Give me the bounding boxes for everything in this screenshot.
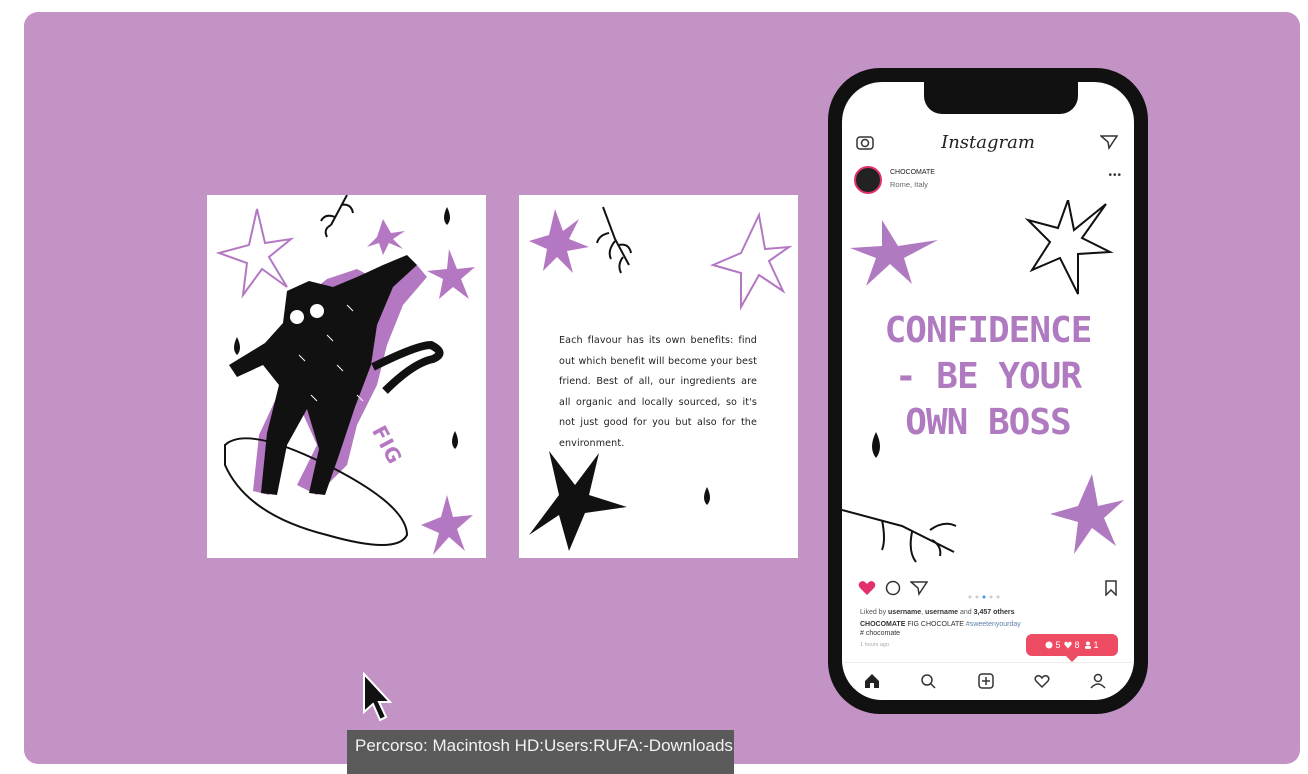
phone-notch xyxy=(924,82,1078,114)
profile-icon[interactable] xyxy=(1088,671,1108,691)
benefits-paragraph: Each flavour has its own benefits: find … xyxy=(559,335,757,449)
illustration-card-cat: FIG xyxy=(207,195,486,558)
instagram-header: Instagram xyxy=(842,128,1134,158)
post-caption: CHOCOMATE FIG CHOCOLATE #sweetenyourday xyxy=(860,620,1120,630)
carousel-dots xyxy=(968,586,1008,604)
share-icon[interactable] xyxy=(908,580,929,601)
comment-icon xyxy=(1045,641,1053,649)
notif-follows: 1 xyxy=(1084,640,1099,650)
droplet xyxy=(704,487,710,505)
bookmark-icon[interactable] xyxy=(1104,580,1118,601)
likes-user[interactable]: username xyxy=(925,609,958,616)
post-image: CONFIDENCE - BE YOUR OWN BOSS xyxy=(842,196,1134,570)
glasses-lens xyxy=(288,308,306,326)
likes-line: Liked by username, username and 3,457 ot… xyxy=(860,609,1015,616)
hashtag-line[interactable]: # chocomate xyxy=(860,630,900,637)
comment-icon[interactable] xyxy=(884,580,902,601)
activity-notification[interactable]: 5 8 1 xyxy=(1026,634,1118,662)
caption-hashtag[interactable]: #sweetenyourday xyxy=(966,621,1021,628)
branch xyxy=(320,195,354,238)
direct-message-icon[interactable] xyxy=(1098,134,1119,155)
instagram-logo: Instagram xyxy=(941,132,1035,153)
post-time: 1 hours ago xyxy=(860,642,890,648)
search-icon[interactable] xyxy=(918,671,938,691)
headline-line: OWN BOSS xyxy=(905,402,1071,443)
headline-line: - BE YOUR xyxy=(894,356,1082,397)
activity-heart-icon[interactable] xyxy=(1032,671,1052,691)
purple-star xyxy=(850,220,938,286)
notif-likes-count: 8 xyxy=(1074,640,1080,650)
likes-mid: and xyxy=(958,609,974,616)
text-card: Each flavour has its own benefits: find … xyxy=(519,195,798,558)
branch xyxy=(596,206,632,274)
likes-count[interactable]: 3,457 others xyxy=(974,609,1015,616)
headline-line: CONFIDENCE xyxy=(884,310,1093,351)
mockup-canvas: FIG Each flavour has its own benefits: f… xyxy=(24,12,1300,764)
branch xyxy=(842,509,957,563)
droplet xyxy=(452,431,458,449)
purple-star xyxy=(529,209,589,273)
likes-prefix: Liked by xyxy=(860,609,889,616)
phone-screen: Instagram CHOCOMATE Rome, Italy ••• CONF… xyxy=(842,82,1134,700)
droplet xyxy=(234,337,240,355)
notif-comments-count: 5 xyxy=(1055,640,1061,650)
notif-follows-count: 1 xyxy=(1093,640,1099,650)
caption-account[interactable]: CHOCOMATE xyxy=(860,621,905,628)
account-location[interactable]: Rome, Italy xyxy=(890,180,928,189)
post-actions xyxy=(842,576,1134,602)
account-avatar[interactable] xyxy=(854,166,882,194)
new-post-icon[interactable] xyxy=(976,671,996,691)
caption-text: FIG CHOCOLATE xyxy=(905,621,966,628)
outline-star xyxy=(710,211,793,311)
notif-comments: 5 xyxy=(1045,640,1060,650)
purple-star xyxy=(367,219,405,255)
likes-user[interactable]: username xyxy=(888,609,921,616)
phone-mockup: Instagram CHOCOMATE Rome, Italy ••• CONF… xyxy=(828,68,1148,714)
more-options-icon[interactable]: ••• xyxy=(1108,170,1122,181)
purple-star xyxy=(1050,474,1124,554)
notif-likes: 8 xyxy=(1064,640,1080,650)
file-path-tooltip: Percorso: Macintosh HD:Users:RUFA:-Downl… xyxy=(347,730,734,774)
outline-star xyxy=(215,208,295,299)
home-icon[interactable] xyxy=(862,671,882,691)
cat-illustration xyxy=(215,195,475,555)
purple-star xyxy=(427,249,475,299)
purple-star xyxy=(421,495,473,555)
heart-icon xyxy=(1064,641,1073,649)
mouse-cursor-icon xyxy=(362,671,393,729)
post-headline: CONFIDENCE - BE YOUR OWN BOSS xyxy=(842,308,1134,446)
glasses-lens xyxy=(308,302,326,320)
black-burst xyxy=(529,451,627,551)
person-icon xyxy=(1084,641,1091,649)
droplet xyxy=(444,207,450,225)
outline-star xyxy=(1024,196,1114,295)
bottom-tab-bar xyxy=(842,662,1134,698)
heart-icon[interactable] xyxy=(858,580,876,601)
account-name[interactable]: CHOCOMATE xyxy=(890,169,935,176)
post-header: CHOCOMATE Rome, Italy ••• xyxy=(850,164,1126,198)
